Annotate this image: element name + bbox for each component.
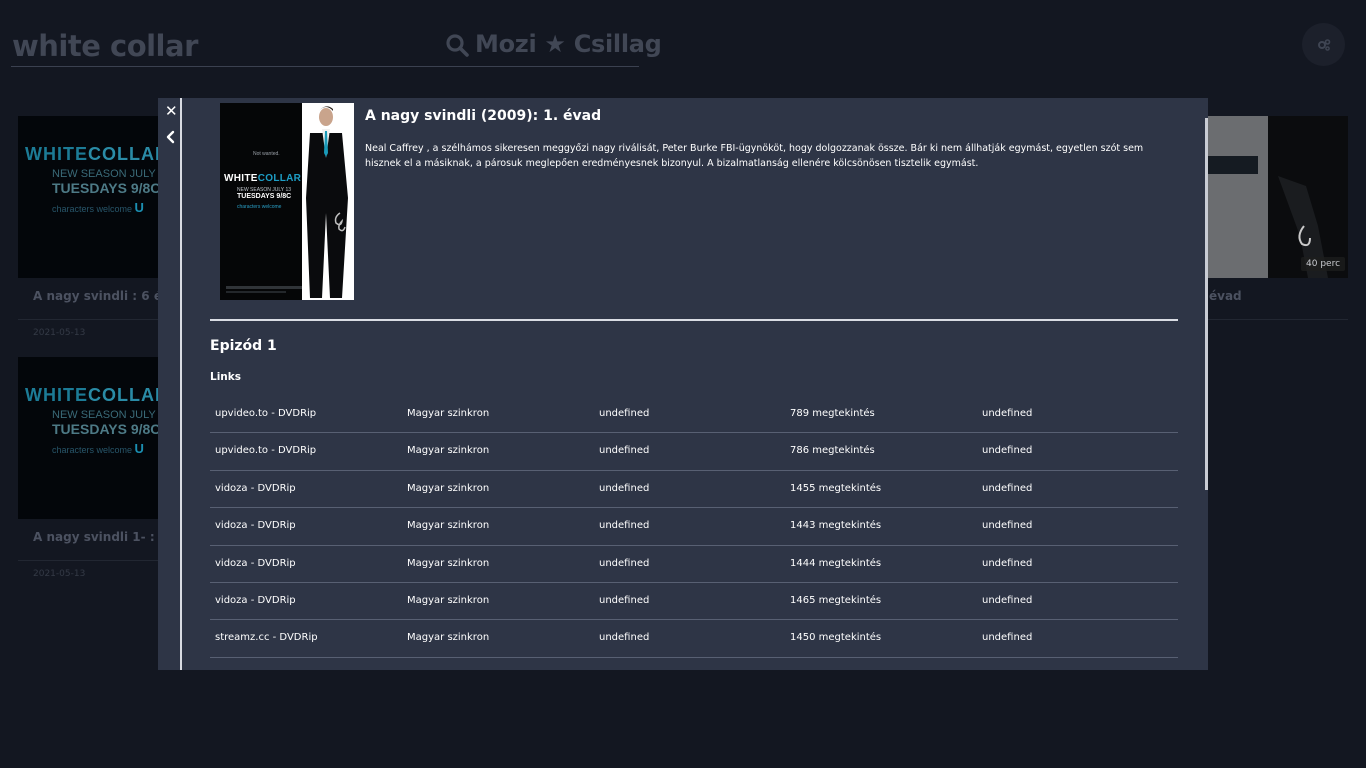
link-language: Magyar szinkron [407,557,490,569]
table-row[interactable]: vidoza - DVDRip Magyar szinkron undefine… [210,583,1178,621]
link-host[interactable]: upvideo.to - DVDRip [215,445,316,456]
link-field: undefined [599,632,650,644]
link-host[interactable]: vidoza - DVDRip [215,558,296,569]
link-views: 1450 megtekintés [790,632,882,644]
search-bar[interactable]: white collar Mozi ★ Csillag [11,26,662,67]
link-field: undefined [982,445,1033,457]
table-row[interactable]: upvideo.to - DVDRip Magyar szinkron unde… [210,433,1178,471]
close-icon[interactable]: ✕ [165,104,178,119]
settings-icon [1317,38,1330,51]
links-label: Links [210,371,241,383]
card-title: évad [1209,289,1242,303]
link-field: undefined [599,445,650,457]
link-field: undefined [599,408,650,419]
season-title: A nagy svindli (2009): 1. évad [365,108,602,124]
link-host[interactable]: vidoza - DVDRip [215,520,296,531]
chevron-left-icon[interactable] [166,130,176,144]
link-field: undefined [982,408,1033,419]
table-row[interactable]: vidoza - DVDRip Magyar szinkron undefine… [210,508,1178,546]
modal-side-bar: ✕ [158,98,182,670]
table-row[interactable]: upvideo.to - DVDRip Magyar szinkron unde… [210,396,1178,434]
link-language: Magyar szinkron [407,520,490,532]
season-poster: Not wanted. WHITECOLLAR NEW SEASON JULY … [220,103,354,300]
link-field: undefined [982,520,1033,532]
link-language: Magyar szinkron [407,482,490,494]
episode-title: Epizód 1 [210,338,277,354]
settings-button[interactable] [1302,23,1345,66]
card-date: 2021-05-13 [33,328,86,338]
link-host[interactable]: vidoza - DVDRip [215,483,296,494]
search-input[interactable]: white collar [12,29,198,63]
link-field: undefined [599,482,650,494]
table-row[interactable]: streamz.cc - DVDRip Magyar szinkron unde… [210,620,1178,658]
section-divider [210,319,1178,321]
link-field: undefined [599,594,650,606]
link-field: undefined [982,557,1033,569]
link-field: undefined [599,557,650,569]
link-language: Magyar szinkron [407,445,490,457]
divider [1208,319,1348,320]
link-views: 789 megtekintés [790,408,875,419]
card-thumbnail[interactable] [1208,116,1348,278]
link-field: undefined [982,482,1033,494]
link-field: undefined [982,632,1033,644]
table-row[interactable]: vidoza - DVDRip Magyar szinkron undefine… [210,546,1178,583]
link-host[interactable]: vidoza - DVDRip [215,595,296,606]
link-field: undefined [982,594,1033,606]
links-table: upvideo.to - DVDRip Magyar szinkron unde… [210,396,1178,658]
source-label: Mozi ★ Csillag [475,30,662,58]
season-description: Neal Caffrey , a szélhámos sikeresen meg… [365,143,1144,169]
table-row[interactable]: vidoza - DVDRip Magyar szinkron undefine… [210,471,1178,509]
link-host[interactable]: streamz.cc - DVDRip [215,632,318,643]
link-field: undefined [599,520,650,532]
link-views: 1465 megtekintés [790,594,882,606]
link-views: 1443 megtekintés [790,520,882,532]
duration-badge: 40 perc [1301,257,1346,271]
link-views: 786 megtekintés [790,445,875,457]
search-icon [446,34,469,57]
scrollbar[interactable] [1205,118,1208,490]
season-modal: ✕ Not wanted. WHITECOLLAR NEW SEASON JUL… [158,98,1208,670]
link-language: Magyar szinkron [407,408,490,419]
card-date: 2021-05-13 [33,569,86,579]
link-language: Magyar szinkron [407,632,490,644]
link-host[interactable]: upvideo.to - DVDRip [215,408,316,419]
link-language: Magyar szinkron [407,594,490,606]
link-views: 1444 megtekintés [790,557,882,569]
link-views: 1455 megtekintés [790,482,882,494]
